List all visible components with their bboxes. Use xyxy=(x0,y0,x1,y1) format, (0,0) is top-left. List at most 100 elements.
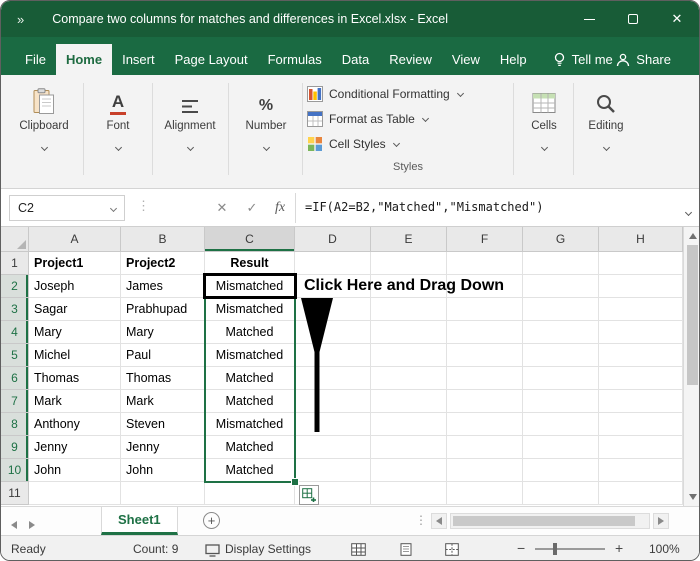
column-header-G[interactable]: G xyxy=(523,227,599,252)
horizontal-scroll-thumb[interactable] xyxy=(453,516,635,526)
cell-F4[interactable] xyxy=(447,321,523,344)
column-header-E[interactable]: E xyxy=(371,227,447,252)
cell-C5[interactable]: Mismatched xyxy=(205,344,295,367)
row-header-3[interactable]: 3 xyxy=(1,298,29,321)
cell-D10[interactable] xyxy=(295,459,371,482)
autofill-options-button[interactable] xyxy=(299,485,319,505)
cancel-button[interactable]: ✕ xyxy=(209,195,235,221)
maximize-button[interactable] xyxy=(611,1,655,37)
column-header-D[interactable]: D xyxy=(295,227,371,252)
cell-G9[interactable] xyxy=(523,436,599,459)
vertical-scroll-thumb[interactable] xyxy=(687,245,698,385)
column-header-H[interactable]: H xyxy=(599,227,683,252)
cell-F6[interactable] xyxy=(447,367,523,390)
cell-H10[interactable] xyxy=(599,459,683,482)
cell-G11[interactable] xyxy=(523,482,599,505)
cell-F10[interactable] xyxy=(447,459,523,482)
cell-H6[interactable] xyxy=(599,367,683,390)
view-normal-button[interactable] xyxy=(347,539,369,559)
cell-G1[interactable] xyxy=(523,252,599,275)
scroll-up-icon[interactable] xyxy=(689,233,697,239)
cell-G8[interactable] xyxy=(523,413,599,436)
font-group-button[interactable]: A Font xyxy=(89,85,147,155)
tab-review[interactable]: Review xyxy=(379,44,442,75)
cell-H2[interactable] xyxy=(599,275,683,298)
row-header-11[interactable]: 11 xyxy=(1,482,29,505)
cell-G2[interactable] xyxy=(523,275,599,298)
cell-H5[interactable] xyxy=(599,344,683,367)
view-page-layout-button[interactable] xyxy=(395,539,417,559)
cell-G6[interactable] xyxy=(523,367,599,390)
number-group-button[interactable]: % Number xyxy=(234,85,298,155)
cell-D9[interactable] xyxy=(295,436,371,459)
row-header-2[interactable]: 2 xyxy=(1,275,29,298)
cell-C9[interactable]: Matched xyxy=(205,436,295,459)
cells-group-button[interactable]: Cells xyxy=(519,85,569,155)
cell-C1[interactable]: Result xyxy=(205,252,295,275)
cell-E8[interactable] xyxy=(371,413,447,436)
conditional-formatting-button[interactable]: Conditional Formatting xyxy=(307,81,509,106)
cell-E3[interactable] xyxy=(371,298,447,321)
tab-data[interactable]: Data xyxy=(332,44,379,75)
column-header-A[interactable]: A xyxy=(29,227,121,252)
cell-styles-button[interactable]: Cell Styles xyxy=(307,131,509,156)
row-header-9[interactable]: 9 xyxy=(1,436,29,459)
cell-E1[interactable] xyxy=(371,252,447,275)
tab-file[interactable]: File xyxy=(15,44,56,75)
name-box[interactable]: C2 xyxy=(9,195,125,221)
alignment-group-button[interactable]: Alignment xyxy=(157,85,223,155)
cell-B7[interactable]: Mark xyxy=(121,390,205,413)
cell-F9[interactable] xyxy=(447,436,523,459)
cell-G10[interactable] xyxy=(523,459,599,482)
tab-formulas[interactable]: Formulas xyxy=(258,44,332,75)
cell-H7[interactable] xyxy=(599,390,683,413)
cell-A5[interactable]: Michel xyxy=(29,344,121,367)
cell-E9[interactable] xyxy=(371,436,447,459)
select-all-corner[interactable] xyxy=(1,227,29,252)
sheet-tab-sheet1[interactable]: Sheet1 xyxy=(101,507,178,535)
new-sheet-button[interactable]: + xyxy=(203,512,220,529)
cell-C8[interactable]: Mismatched xyxy=(205,413,295,436)
cell-B11[interactable] xyxy=(121,482,205,505)
zoom-out-button[interactable]: − xyxy=(517,540,525,556)
cell-G7[interactable] xyxy=(523,390,599,413)
cell-E6[interactable] xyxy=(371,367,447,390)
row-header-5[interactable]: 5 xyxy=(1,344,29,367)
cell-F5[interactable] xyxy=(447,344,523,367)
cell-B1[interactable]: Project2 xyxy=(121,252,205,275)
cell-A11[interactable] xyxy=(29,482,121,505)
cell-H11[interactable] xyxy=(599,482,683,505)
zoom-slider[interactable] xyxy=(535,543,605,555)
cell-G5[interactable] xyxy=(523,344,599,367)
format-as-table-button[interactable]: Format as Table xyxy=(307,106,509,131)
cell-A1[interactable]: Project1 xyxy=(29,252,121,275)
cell-G3[interactable] xyxy=(523,298,599,321)
cell-C3[interactable]: Mismatched xyxy=(205,298,295,321)
editing-group-button[interactable]: Editing xyxy=(579,85,633,155)
cell-A6[interactable]: Thomas xyxy=(29,367,121,390)
cell-B2[interactable]: James xyxy=(121,275,205,298)
cell-B8[interactable]: Steven xyxy=(121,413,205,436)
cell-A10[interactable]: John xyxy=(29,459,121,482)
row-header-7[interactable]: 7 xyxy=(1,390,29,413)
cell-C2[interactable]: Mismatched xyxy=(205,275,295,298)
cell-C11[interactable] xyxy=(205,482,295,505)
hscroll-right-button[interactable] xyxy=(653,513,669,529)
cell-E7[interactable] xyxy=(371,390,447,413)
tab-splitter-handle[interactable]: ⋮ xyxy=(415,513,427,527)
cell-E11[interactable] xyxy=(371,482,447,505)
view-page-break-button[interactable] xyxy=(441,539,463,559)
cell-B5[interactable]: Paul xyxy=(121,344,205,367)
tab-help[interactable]: Help xyxy=(490,44,537,75)
cell-H8[interactable] xyxy=(599,413,683,436)
cell-B6[interactable]: Thomas xyxy=(121,367,205,390)
row-header-1[interactable]: 1 xyxy=(1,252,29,275)
insert-function-button[interactable]: fx xyxy=(267,195,293,221)
tab-insert[interactable]: Insert xyxy=(112,44,165,75)
zoom-in-button[interactable]: + xyxy=(615,540,623,556)
cell-E4[interactable] xyxy=(371,321,447,344)
tab-home[interactable]: Home xyxy=(55,44,113,75)
zoom-level[interactable]: 100% xyxy=(649,542,680,556)
cell-F3[interactable] xyxy=(447,298,523,321)
cell-A2[interactable]: Joseph xyxy=(29,275,121,298)
